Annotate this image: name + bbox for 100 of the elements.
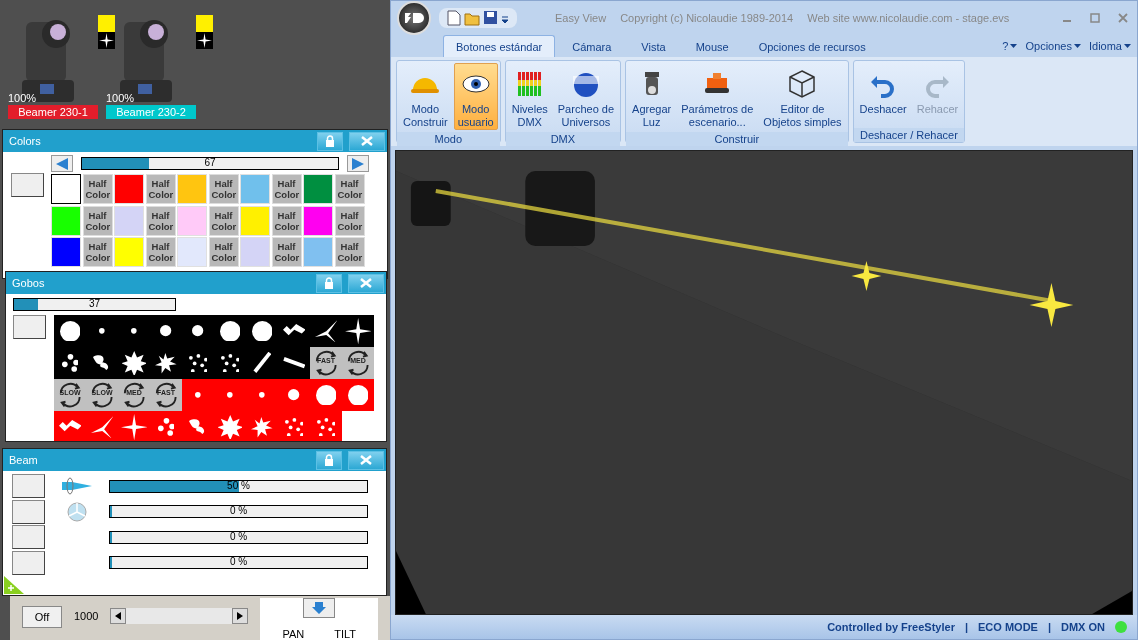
- beam-cone-icon: [62, 477, 92, 496]
- off-button[interactable]: Off: [22, 606, 62, 628]
- half-color-button[interactable]: Half Color: [82, 174, 113, 204]
- ribbon-tab[interactable]: Vista: [628, 35, 679, 57]
- gobo-pattern-icon: [347, 384, 369, 406]
- square-button[interactable]: [11, 173, 44, 197]
- half-color-button[interactable]: Half Color: [334, 174, 365, 204]
- ribbon-tab[interactable]: Mouse: [682, 35, 742, 57]
- close-icon: [360, 278, 372, 288]
- left-arrow-button[interactable]: [110, 608, 127, 624]
- half-color-button[interactable]: Half Color: [208, 174, 239, 204]
- group-title: DMX: [505, 132, 621, 146]
- new-file-icon[interactable]: [447, 10, 461, 26]
- intensity-text: 100%: [8, 92, 37, 104]
- gobo-pattern-icon: [259, 392, 265, 398]
- half-color-button[interactable]: Half Color: [208, 205, 239, 236]
- window-title: Copyright (c) Nicolaudie 1989-2014: [620, 12, 794, 24]
- menu-dropdown[interactable]: Idioma: [1088, 40, 1131, 52]
- ribbon-button[interactable]: Parámetros de escenario...: [677, 63, 758, 130]
- lock-button[interactable]: [316, 273, 342, 293]
- close-icon[interactable]: [1117, 12, 1129, 24]
- ribbon-tab[interactable]: Botones estándar: [443, 35, 556, 57]
- color-indicator-icon: [196, 15, 213, 32]
- 3d-logo-icon: [403, 11, 425, 25]
- ribbon-button[interactable]: Editor de Objetos simples: [759, 63, 846, 130]
- next-button[interactable]: [347, 155, 369, 172]
- half-color-button[interactable]: Half Color: [82, 205, 113, 236]
- half-color-button[interactable]: Half Color: [145, 205, 176, 236]
- ribbon-button[interactable]: Agregar Luz: [628, 63, 676, 130]
- gobo-pattern-icon: [316, 417, 336, 437]
- value-text: 1000: [74, 609, 99, 622]
- gobo-pattern-icon: [195, 392, 201, 398]
- close-button[interactable]: [348, 450, 384, 470]
- gobo-pattern-icon: [282, 357, 306, 369]
- half-color-button[interactable]: Half Color: [334, 205, 365, 236]
- square-button[interactable]: [12, 550, 45, 575]
- rotation-arrows-icon: [345, 349, 371, 377]
- window-title: Beam: [9, 454, 39, 466]
- half-color-button[interactable]: Half Color: [208, 237, 239, 267]
- caret-icon: [1010, 44, 1018, 48]
- gobo-pattern-icon: [315, 384, 337, 406]
- maximize-icon[interactable]: [1089, 12, 1101, 24]
- right-arrow-button[interactable]: [232, 608, 249, 624]
- previous-button[interactable]: [51, 155, 73, 172]
- half-color-button[interactable]: Half Color: [334, 237, 365, 267]
- slider-track[interactable]: 50 %: [109, 479, 368, 493]
- menu-dropdown[interactable]: ?: [1002, 40, 1018, 52]
- gobo-button[interactable]: [342, 315, 374, 347]
- half-color-button[interactable]: Half Color: [82, 237, 113, 267]
- lock-button[interactable]: [317, 131, 343, 151]
- ribbon-button[interactable]: Niveles DMX: [507, 63, 552, 130]
- rotation-arrows-icon: [121, 381, 147, 409]
- ribbon-button[interactable]: Parcheo de Universos: [553, 63, 619, 130]
- half-color-button[interactable]: Half Color: [271, 174, 302, 204]
- group-title: Construir: [626, 132, 848, 146]
- ribbon-button[interactable]: Deshacer: [855, 63, 911, 126]
- gobo-pattern-icon: [227, 392, 233, 398]
- square-button[interactable]: [12, 525, 45, 550]
- ribbon-tab[interactable]: Cámara: [559, 35, 625, 57]
- gobo-pattern-icon: [252, 352, 272, 374]
- square-button[interactable]: [12, 474, 45, 499]
- slider-track[interactable]: 0 %: [109, 505, 368, 519]
- gobo-pattern-icon: [284, 417, 304, 437]
- rotation-arrows-icon: [313, 349, 339, 377]
- close-icon: [361, 136, 373, 146]
- slider-track[interactable]: 67: [81, 157, 339, 170]
- slider-track[interactable]: 0 %: [109, 530, 368, 544]
- lock-icon: [324, 454, 334, 466]
- down-arrow-button[interactable]: [303, 598, 336, 618]
- half-color-button[interactable]: Half Color: [145, 237, 176, 267]
- slider-track[interactable]: 37: [13, 298, 176, 311]
- half-color-button[interactable]: Half Color: [145, 174, 176, 204]
- rotation-arrows-icon: [57, 381, 83, 409]
- close-button[interactable]: [348, 273, 384, 293]
- color-swatch[interactable]: [51, 174, 81, 204]
- save-icon[interactable]: [483, 10, 498, 25]
- gobo-pattern-icon: [160, 325, 172, 337]
- scrollbar[interactable]: [110, 608, 249, 624]
- app-menu-button[interactable]: [397, 1, 431, 35]
- fixture-label[interactable]: Beamer 230-1: [8, 105, 98, 119]
- down-arrow-icon: [312, 602, 327, 614]
- ribbon-tab[interactable]: Opciones de recursos: [745, 35, 879, 57]
- ribbon-button[interactable]: Modo usuario: [453, 63, 498, 130]
- ribbon-button[interactable]: Modo Construir: [399, 63, 452, 130]
- gobo-pattern-icon: [250, 416, 274, 438]
- right-arrow-icon: [352, 157, 364, 170]
- slider-track[interactable]: 0 %: [109, 556, 368, 570]
- lock-button[interactable]: [316, 450, 342, 470]
- half-color-button[interactable]: Half Color: [271, 237, 302, 267]
- square-button[interactable]: [13, 315, 46, 339]
- lock-icon: [325, 135, 335, 147]
- axis-label: PAN: [282, 627, 305, 640]
- menu-dropdown[interactable]: Opciones: [1025, 40, 1081, 52]
- half-color-button[interactable]: Half Color: [271, 205, 302, 236]
- square-button[interactable]: [12, 499, 45, 524]
- gobo-pattern-icon: [217, 414, 243, 440]
- gobo-pattern-icon: [99, 328, 105, 334]
- gobo-indicator-icon: [196, 32, 213, 49]
- right-arrow-icon: [237, 612, 244, 620]
- close-button[interactable]: [349, 131, 385, 151]
